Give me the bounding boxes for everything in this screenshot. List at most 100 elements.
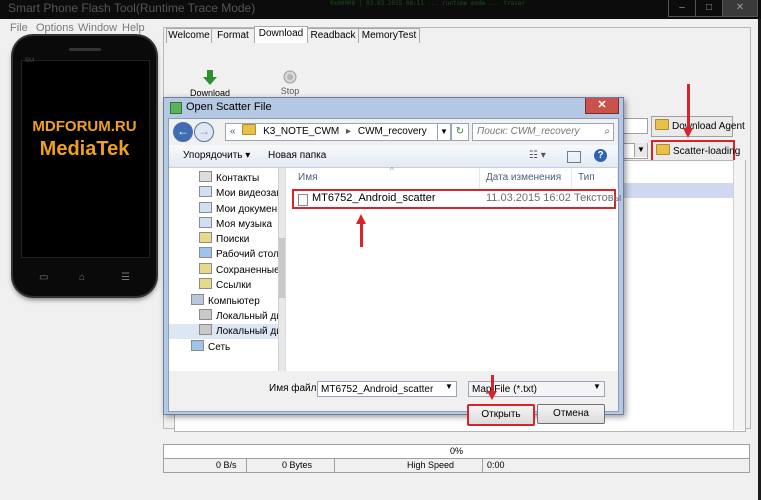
column-date[interactable]: Дата изменения	[480, 168, 572, 188]
transferred-bytes: 0 Bytes	[282, 460, 313, 470]
search-placeholder: Поиск: CWM_recovery	[477, 126, 580, 137]
phone-image: BM MDFORUM.RU MediaTek ▭ ⌂ ☰	[13, 36, 156, 296]
nav-item-contacts[interactable]: Контакты	[199, 171, 259, 186]
divider	[482, 458, 483, 472]
column-name[interactable]: Имя	[292, 168, 480, 188]
cancel-button[interactable]: Отмена	[537, 404, 605, 424]
breadcrumb-separator-icon[interactable]: ▸	[342, 126, 355, 137]
menu-help[interactable]: Help	[122, 22, 145, 34]
transfer-rate: 0 B/s	[216, 460, 237, 470]
nav-item-network[interactable]: Сеть	[191, 340, 230, 355]
search-input[interactable]: Поиск: CWM_recovery ⌕	[472, 123, 614, 141]
usb-speed: High Speed	[407, 460, 455, 470]
partition-scrollbar[interactable]	[733, 160, 745, 430]
chevron-down-icon[interactable]: ▼	[634, 143, 647, 157]
text-file-icon	[298, 194, 308, 206]
nav-item-drive-2[interactable]: Локальный ди	[169, 324, 282, 339]
tab-memorytest[interactable]: MemoryTest	[358, 28, 420, 43]
breadcrumb-k3[interactable]: K3_NOTE_CWM	[263, 126, 339, 137]
close-window-button[interactable]: ✕	[722, 0, 758, 17]
nav-item-desktop[interactable]: Рабочий стол	[199, 247, 279, 262]
nav-scrollbar[interactable]	[278, 168, 285, 371]
stop-label: Stop	[280, 86, 300, 96]
elapsed-time: 0:00	[487, 460, 505, 470]
view-options-icon[interactable]: ☷ ▾	[529, 150, 546, 161]
command-bar: Упорядочить ▾ Новая папка ☷ ▾ ?	[169, 145, 618, 168]
nav-item-computer[interactable]: Компьютер	[191, 294, 260, 309]
divider	[246, 458, 247, 472]
nav-item-videos[interactable]: Мои видеозап	[199, 186, 282, 201]
dialog-app-icon	[170, 102, 182, 114]
new-folder-button[interactable]: Новая папка	[268, 150, 326, 161]
drive-icon	[199, 324, 212, 335]
menu-options[interactable]: Options	[36, 22, 74, 34]
nav-label: Мои докумен	[216, 204, 278, 215]
brand-mediatek: MediaTek	[39, 138, 130, 160]
tab-welcome[interactable]: Welcome	[166, 28, 212, 43]
nav-label: Контакты	[216, 173, 260, 184]
nav-label: Поиски	[216, 234, 250, 245]
nav-item-documents[interactable]: Мои докумен	[199, 202, 277, 217]
tab-download[interactable]: Download	[254, 26, 308, 43]
chevron-down-icon[interactable]: ▼	[593, 382, 601, 391]
organize-button[interactable]: Упорядочить ▾	[183, 150, 250, 161]
menu-window[interactable]: Window	[78, 22, 117, 34]
menu-file[interactable]: File	[10, 22, 28, 34]
file-type: Текстовы	[574, 192, 622, 204]
network-icon	[191, 340, 204, 351]
brand-mdforum: MDFORUM.RU	[32, 118, 137, 135]
nav-scrollbar-thumb[interactable]	[279, 238, 285, 298]
nav-item-music[interactable]: Моя музыка	[199, 217, 272, 232]
annotation-arrow	[687, 84, 690, 130]
folder-icon	[199, 263, 212, 274]
help-icon[interactable]: ?	[594, 149, 607, 162]
search-icon: ⌕	[604, 126, 610, 137]
folder-icon	[199, 278, 212, 289]
maximize-button[interactable]: □	[695, 0, 723, 17]
dialog-close-button[interactable]: ✕	[585, 98, 619, 114]
column-type[interactable]: Тип	[572, 168, 618, 188]
nav-label: Сеть	[208, 342, 231, 353]
nav-item-drive-1[interactable]: Локальный ди	[199, 309, 282, 324]
annotation-arrow	[491, 375, 494, 391]
home-key-icon: ⌂	[79, 272, 86, 283]
folder-icon	[199, 217, 212, 228]
progress-bar: 0%	[164, 445, 749, 459]
tab-readback[interactable]: Readback	[307, 28, 359, 43]
nav-label: Ссылки	[216, 280, 252, 291]
address-dropdown-icon[interactable]: ▼	[437, 123, 451, 141]
annotation-arrowhead	[487, 391, 497, 400]
folder-icon	[656, 144, 670, 155]
download-button[interactable]: Download	[188, 70, 232, 98]
computer-icon	[191, 294, 204, 305]
back-arrow-icon[interactable]: ←	[173, 122, 193, 142]
back-key-icon: ▭	[39, 272, 49, 283]
titlebar: Smart Phone Flash Tool(Runtime Trace Mod…	[0, 0, 761, 19]
folder-icon	[199, 202, 212, 213]
sort-ascending-icon: ^	[390, 166, 394, 175]
forward-arrow-icon[interactable]: →	[194, 122, 214, 142]
folder-icon	[199, 232, 212, 243]
filename-input[interactable]: MT6752_Android_scatter	[317, 381, 457, 397]
contacts-icon	[199, 171, 212, 182]
nav-label: Локальный ди	[216, 311, 282, 322]
chevron-down-icon[interactable]: ▼	[445, 382, 453, 391]
address-bar[interactable]: « K3_NOTE_CWM ▸ CWM_recovery	[225, 123, 439, 141]
tab-format[interactable]: Format	[211, 28, 255, 43]
breadcrumb-cwm[interactable]: CWM_recovery	[358, 126, 427, 137]
nav-item-links[interactable]: Ссылки	[199, 278, 251, 293]
preview-pane-icon[interactable]	[567, 151, 581, 163]
drive-icon	[199, 309, 212, 320]
progress-text: 0%	[449, 446, 463, 456]
nav-item-saved[interactable]: Сохраненные	[199, 263, 280, 278]
navigation-pane: Контакты Мои видеозап Мои докумен Моя му…	[169, 168, 286, 371]
minimize-button[interactable]: –	[668, 0, 696, 17]
annotation-arrowhead	[683, 128, 693, 138]
refresh-icon[interactable]: ↻	[451, 123, 469, 141]
window-title: Smart Phone Flash Tool(Runtime Trace Mod…	[8, 1, 256, 15]
phone-speaker	[69, 48, 101, 51]
stop-button[interactable]: Stop	[270, 70, 310, 96]
open-button[interactable]: Открыть	[467, 404, 535, 426]
file-row[interactable]: MT6752_Android_scatter 11.03.2015 16:02 …	[292, 189, 621, 209]
nav-item-searches[interactable]: Поиски	[199, 232, 249, 247]
